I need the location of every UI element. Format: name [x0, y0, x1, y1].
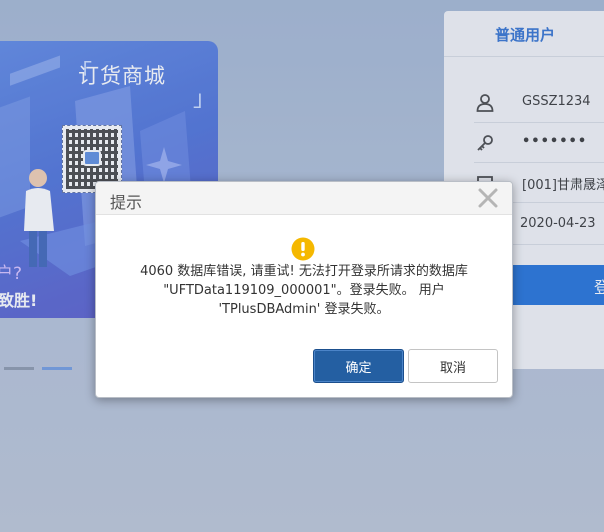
dialog-message-line-2: "UFTData119109_000001"。登录失败。 用户	[163, 283, 445, 298]
dialog-message-line-3: 'TPlusDBAdmin' 登录失败。	[218, 302, 390, 317]
warning-icon	[291, 237, 315, 261]
cancel-button[interactable]: 取消	[408, 349, 498, 383]
error-dialog: 提示 4060 数据库错误, 请重试! 无法打开登录所请求的数据库 "UFTDa…	[95, 181, 513, 398]
close-icon[interactable]	[476, 186, 500, 210]
dialog-message-line-1: 4060 数据库错误, 请重试! 无法打开登录所请求的数据库	[140, 264, 468, 279]
dialog-message: 4060 数据库错误, 请重试! 无法打开登录所请求的数据库 "UFTData1…	[116, 262, 492, 319]
dialog-header: 提示	[96, 182, 512, 215]
ok-button[interactable]: 确定	[313, 349, 404, 383]
dialog-title: 提示	[110, 193, 143, 212]
